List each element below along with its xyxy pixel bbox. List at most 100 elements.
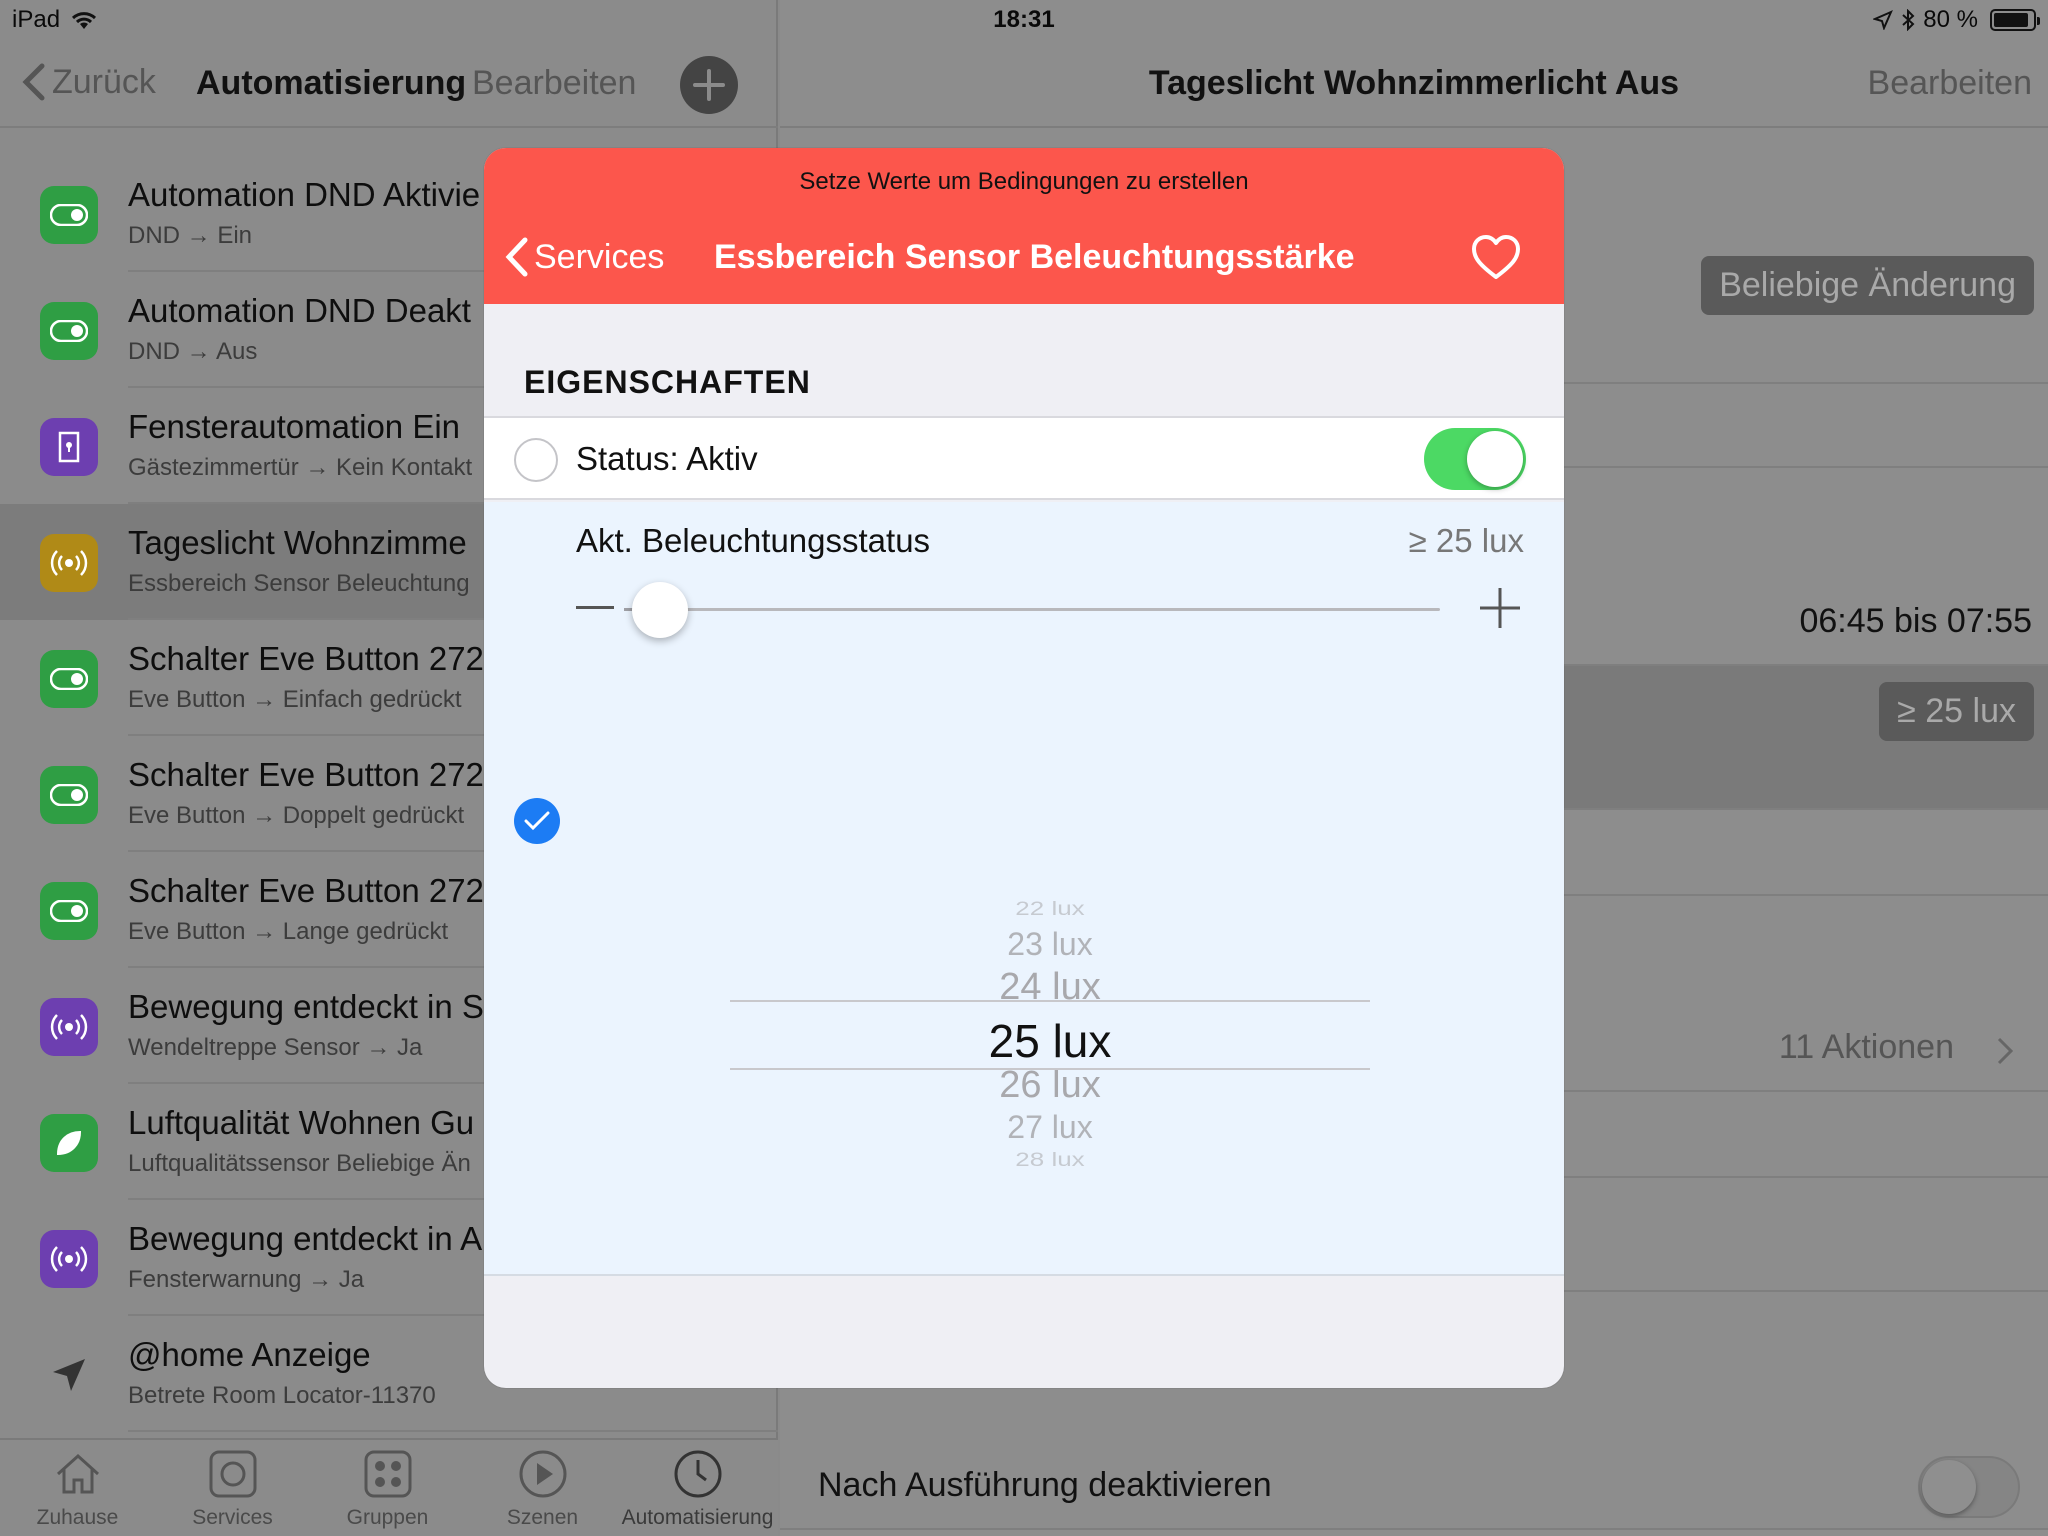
automation-title: @home Anzeige [128,1336,371,1373]
automation-subtitle: DND → Aus [128,338,258,365]
automation-title: Tageslicht Wohnzimme [128,524,467,561]
tab-services[interactable]: Services [155,1446,310,1530]
automation-title: Bewegung entdeckt in S [128,988,484,1025]
automation-subtitle: Betrete Room Locator-11370 [128,1382,436,1409]
tab-label: Zuhause [36,1506,119,1529]
automation-subtitle: Gästezimmertür → Kein Kontakt [128,454,473,481]
picker-item[interactable]: 26 lux [730,1064,1370,1107]
lux-picker[interactable]: 22 lux 23 lux 24 lux 25 lux 26 lux 27 lux 28 l… [730,862,1370,1262]
heart-icon[interactable] [1470,232,1522,284]
picker-item[interactable]: 28 lux [730,1148,1370,1171]
time-range: 06:45 bis 07:55 [1799,602,2032,640]
edit-button[interactable]: Bearbeiten [472,64,636,103]
sensor-icon [40,1230,98,1288]
picker-line-bottom [730,1068,1370,1070]
battery-icon [1990,9,2040,31]
picker-item[interactable]: 23 lux [730,926,1370,963]
door-icon [40,418,98,476]
back-button[interactable]: Zurück [22,62,156,102]
add-automation-button[interactable] [680,56,738,114]
automation-subtitle: Eve Button → Einfach gedrückt [128,686,462,713]
picker-line-top [730,1000,1370,1002]
automation-subtitle: Eve Button → Lange gedrückt [128,918,449,945]
sensor-icon [40,534,98,592]
modal-hint: Setze Werte um Bedingungen zu erstellen [799,168,1249,195]
automation-title: Schalter Eve Button 272 [128,640,484,677]
home-icon [0,1446,155,1502]
status-toggle[interactable] [1424,428,1526,490]
automation-subtitle: Wendeltreppe Sensor → Ja [128,1034,423,1061]
tab-label: Szenen [506,1506,579,1529]
lux-panel: Akt. Beleuchtungsstatus ≥ 25 lux 22 lux 2… [484,502,1564,1276]
chevron-right-icon [1997,1037,2014,1065]
status-bar: iPad 18:31 80 % [0,0,2048,40]
lux-label: Akt. Beleuchtungsstatus [576,522,931,559]
lux-chip[interactable]: ≥ 25 lux [1879,682,2034,741]
picker-item[interactable]: 24 lux [730,966,1370,1009]
location-arrow-icon [40,1346,98,1404]
status-radio[interactable] [514,438,558,482]
automation-subtitle: Essbereich Sensor Beleuchtung [128,570,470,597]
sensor-icon [40,998,98,1056]
automation-title: Fensterautomation Ein [128,408,461,445]
switch-icon [40,650,98,708]
lux-slider-knob[interactable] [632,582,689,638]
detail-title: Tageslicht Wohnzimmerlicht Aus [1148,64,1680,102]
automation-title: Automation DND Aktivie [128,176,481,213]
switch-icon [40,302,98,360]
tab-bar: Zuhause Services Gruppen Szenen Automatisier… [0,1438,778,1536]
detail-edit-button[interactable]: Bearbeiten [1868,64,2032,103]
status-label: Status: Aktiv [576,440,758,477]
page-title: Automatisierung [196,64,467,102]
tab-szenen[interactable]: Szenen [465,1446,620,1530]
modal-header: Setze Werte um Bedingungen zu erstellen … [484,148,1564,304]
condition-modal: Setze Werte um Bedingungen zu erstellen … [484,148,1564,1388]
leaf-icon [40,1114,98,1172]
modal-title: Essbereich Sensor Beleuchtungsstärke [714,238,1355,276]
deactivate-row: Nach Ausführung deaktivieren [780,1444,2048,1530]
tab-zuhause[interactable]: Zuhause [0,1446,155,1530]
automation-title: Schalter Eve Button 272 [128,756,484,793]
row-divider [128,1430,778,1432]
right-nav-bar: Tageslicht Wohnzimmerlicht Aus Bearbeite… [780,40,2048,128]
picker-item[interactable]: 22 lux [730,897,1370,920]
bluetooth-icon [1902,9,1915,31]
plus-icon [693,69,725,101]
clock-icon [620,1446,775,1502]
automation-subtitle: DND → Ein [128,222,253,249]
tab-gruppen[interactable]: Gruppen [310,1446,465,1530]
picker-item[interactable]: 27 lux [730,1109,1370,1146]
tab-label: Gruppen [346,1506,429,1529]
location-arrow-icon [1873,10,1894,30]
slider-plus-icon[interactable] [1480,588,1520,628]
tab-automatisierung[interactable]: Automatisierung [620,1446,775,1530]
chevron-left-icon [505,237,528,277]
modal-back-button[interactable]: Services [504,236,664,278]
switch-icon [40,186,98,244]
checkmark-icon[interactable] [514,798,560,844]
automation-title: Automation DND Deakt [128,292,471,329]
switch-icon [40,766,98,824]
trigger-chip[interactable]: Beliebige Änderung [1701,256,2034,315]
automation-title: Bewegung entdeckt in A [128,1220,483,1257]
actions-count: 11 Aktionen [1778,1028,1954,1066]
deactivate-label: Nach Ausführung deaktivieren [818,1466,1272,1504]
automation-subtitle: Eve Button → Doppelt gedrückt [128,802,465,829]
automation-subtitle: Luftqualitätssensor Beliebige Än [128,1150,471,1177]
automation-title: Luftqualität Wohnen Gu [128,1104,475,1141]
slider-minus-icon[interactable] [576,606,614,609]
battery-percent: 80 % [1923,6,1978,33]
picker-item[interactable]: 25 lux [730,1014,1370,1068]
chevron-left-icon [22,63,45,101]
deactivate-toggle[interactable] [1918,1456,2020,1518]
automation-subtitle: Fensterwarnung → Ja [128,1266,365,1293]
switch-icon [40,882,98,940]
services-icon [155,1446,310,1502]
lux-slider-track[interactable] [624,608,1440,611]
section-header: EIGENSCHAFTEN [524,364,811,400]
status-row[interactable]: Status: Aktiv [484,416,1564,500]
left-nav-bar: Zurück Automatisierung Bearbeiten [0,40,778,128]
tab-label: Automatisierung [621,1506,774,1529]
groups-icon [310,1446,465,1502]
automation-title: Schalter Eve Button 272 [128,872,484,909]
